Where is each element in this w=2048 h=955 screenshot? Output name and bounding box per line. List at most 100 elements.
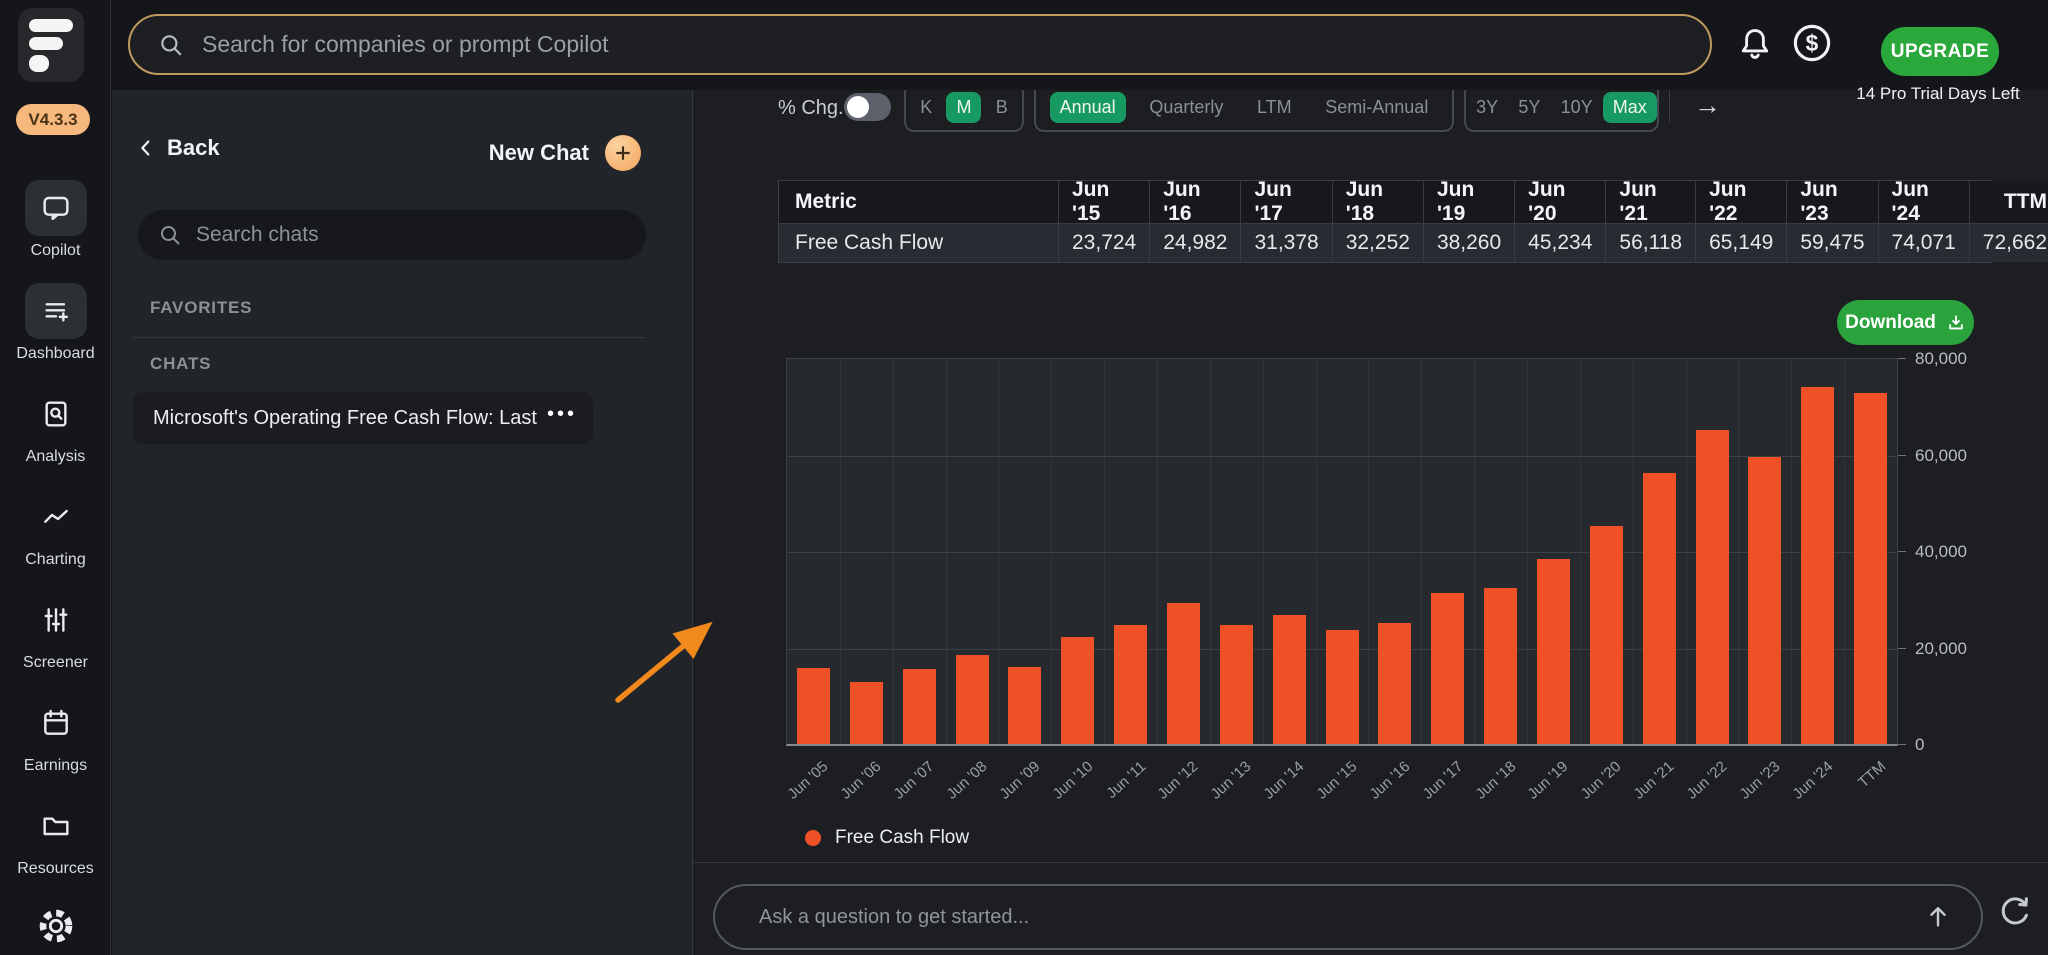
refresh-icon[interactable] bbox=[1997, 894, 2033, 935]
period-option-annual[interactable]: Annual bbox=[1050, 92, 1126, 123]
bar-jun09[interactable] bbox=[1008, 667, 1041, 744]
notifications-bell-icon[interactable] bbox=[1736, 24, 1774, 64]
new-chat-button[interactable]: New Chat bbox=[489, 135, 641, 171]
table-header-cell: Jun '18 bbox=[1333, 181, 1424, 223]
period-option-ltm[interactable]: LTM bbox=[1247, 92, 1302, 123]
bar-jun19[interactable] bbox=[1537, 559, 1570, 744]
sidebar-item-label: Charting bbox=[0, 551, 111, 569]
range-option-10y[interactable]: 10Y bbox=[1551, 92, 1603, 123]
question-composer[interactable] bbox=[713, 884, 1983, 950]
table-cell: 59,475 bbox=[1787, 223, 1878, 262]
app-logo[interactable] bbox=[18, 8, 84, 82]
bar-ttm[interactable] bbox=[1854, 393, 1887, 744]
range-option-3y[interactable]: 3Y bbox=[1466, 92, 1508, 123]
line-chart-icon bbox=[25, 489, 87, 545]
upgrade-button[interactable]: UPGRADE bbox=[1881, 27, 1999, 76]
chats-heading: CHATS bbox=[150, 354, 211, 374]
calendar-icon bbox=[25, 695, 87, 751]
unit-option-b[interactable]: B bbox=[986, 92, 1018, 123]
chevron-left-icon bbox=[135, 135, 157, 161]
divider bbox=[133, 337, 645, 338]
chat-item-menu-icon[interactable]: ••• bbox=[547, 403, 577, 426]
unit-segmented-control: KMB bbox=[904, 90, 1024, 132]
logo-bar bbox=[29, 55, 49, 72]
up-arrow-icon bbox=[1923, 901, 1953, 931]
bar-jun17[interactable] bbox=[1431, 593, 1464, 744]
table-cell: 72,662 bbox=[1970, 223, 2048, 262]
scroll-right-arrow[interactable]: → bbox=[1694, 90, 1721, 121]
svg-text:$: $ bbox=[1806, 30, 1819, 56]
bar-jun07[interactable] bbox=[903, 669, 936, 744]
download-button[interactable]: Download bbox=[1837, 300, 1974, 345]
currency-coin-icon[interactable]: $ bbox=[1791, 22, 1833, 64]
metric-table: MetricJun '15Jun '16Jun '17Jun '18Jun '1… bbox=[778, 180, 1992, 263]
search-icon bbox=[158, 223, 182, 247]
question-input[interactable] bbox=[759, 906, 1919, 929]
sidebar-item-label: Resources bbox=[0, 860, 111, 878]
sidebar-item-earnings[interactable]: Earnings bbox=[0, 695, 111, 775]
bar-jun21[interactable] bbox=[1643, 473, 1676, 744]
bar-jun05[interactable] bbox=[797, 668, 830, 744]
bar-jun15[interactable] bbox=[1326, 630, 1359, 744]
chat-sidebar: Back New Chat FAVORITES CHATS Microsoft'… bbox=[112, 90, 692, 955]
new-chat-label: New Chat bbox=[489, 140, 589, 166]
search-icon bbox=[158, 32, 184, 58]
y-tick-label: 40,000 bbox=[1915, 542, 2015, 562]
bar-jun06[interactable] bbox=[850, 682, 883, 744]
chat-search[interactable] bbox=[138, 210, 646, 260]
global-search-input[interactable] bbox=[202, 31, 1710, 58]
pct-chg-toggle[interactable] bbox=[844, 93, 891, 121]
period-segmented-control: Annual Quarterly LTM Semi-Annual bbox=[1034, 90, 1454, 132]
chat-list-item[interactable]: Microsoft's Operating Free Cash Flow: La… bbox=[133, 392, 593, 444]
bar-jun08[interactable] bbox=[956, 655, 989, 744]
download-icon bbox=[1946, 313, 1966, 333]
global-search[interactable] bbox=[128, 14, 1712, 75]
bar-jun22[interactable] bbox=[1696, 430, 1729, 744]
unit-option-k[interactable]: K bbox=[910, 92, 942, 123]
y-tick-mark bbox=[1898, 648, 1906, 649]
back-label: Back bbox=[167, 135, 220, 161]
sidebar-item-label: Copilot bbox=[0, 242, 111, 260]
range-option-5y[interactable]: 5Y bbox=[1508, 92, 1550, 123]
bar-jun14[interactable] bbox=[1273, 615, 1306, 744]
bar-jun16[interactable] bbox=[1378, 623, 1411, 744]
period-option-quarterly[interactable]: Quarterly bbox=[1139, 92, 1233, 123]
y-tick-mark bbox=[1898, 358, 1906, 359]
bar-jun23[interactable] bbox=[1748, 457, 1781, 744]
sidebar-item-resources[interactable]: Resources bbox=[0, 798, 111, 878]
chat-bubble-icon bbox=[25, 180, 87, 236]
sidebar-item-dashboard[interactable]: Dashboard bbox=[0, 283, 111, 363]
settings-gear-icon[interactable] bbox=[37, 907, 75, 950]
trial-days-left: 14 Pro Trial Days Left bbox=[1838, 84, 2038, 104]
bar-jun24[interactable] bbox=[1801, 387, 1834, 744]
submit-question-button[interactable] bbox=[1919, 897, 1957, 938]
back-button[interactable]: Back bbox=[135, 135, 220, 161]
bar-jun20[interactable] bbox=[1590, 526, 1623, 744]
nav-rail: V4.3.3 CopilotDashboardAnalysisChartingS… bbox=[0, 0, 111, 955]
favorites-heading: FAVORITES bbox=[150, 298, 252, 318]
table-row-metric: Free Cash Flow bbox=[779, 223, 1059, 262]
sidebar-item-copilot[interactable]: Copilot bbox=[0, 180, 111, 260]
sidebar-item-analysis[interactable]: Analysis bbox=[0, 386, 111, 466]
plus-icon[interactable] bbox=[605, 135, 641, 171]
unit-option-m[interactable]: M bbox=[946, 92, 981, 123]
bar-jun12[interactable] bbox=[1167, 603, 1200, 744]
table-header-cell: Jun '22 bbox=[1696, 181, 1787, 223]
sidebar-item-screener[interactable]: Screener bbox=[0, 592, 111, 672]
period-option-semi-annual[interactable]: Semi-Annual bbox=[1315, 92, 1438, 123]
y-tick-mark bbox=[1898, 551, 1906, 552]
range-option-max[interactable]: Max bbox=[1603, 92, 1657, 123]
bar-jun10[interactable] bbox=[1061, 637, 1094, 744]
sidebar-item-label: Analysis bbox=[0, 448, 111, 466]
y-tick-label: 20,000 bbox=[1915, 639, 2015, 659]
bar-jun13[interactable] bbox=[1220, 625, 1253, 744]
chat-search-input[interactable] bbox=[196, 223, 646, 247]
y-tick-mark bbox=[1898, 455, 1906, 456]
divider bbox=[1669, 90, 1670, 122]
table-header-metric: Metric bbox=[779, 181, 1059, 223]
sidebar-item-charting[interactable]: Charting bbox=[0, 489, 111, 569]
bar-jun18[interactable] bbox=[1484, 588, 1517, 744]
range-segmented-control: 3Y5Y10YMax bbox=[1464, 90, 1659, 132]
table-header-cell: Jun '19 bbox=[1424, 181, 1515, 223]
bar-jun11[interactable] bbox=[1114, 625, 1147, 744]
